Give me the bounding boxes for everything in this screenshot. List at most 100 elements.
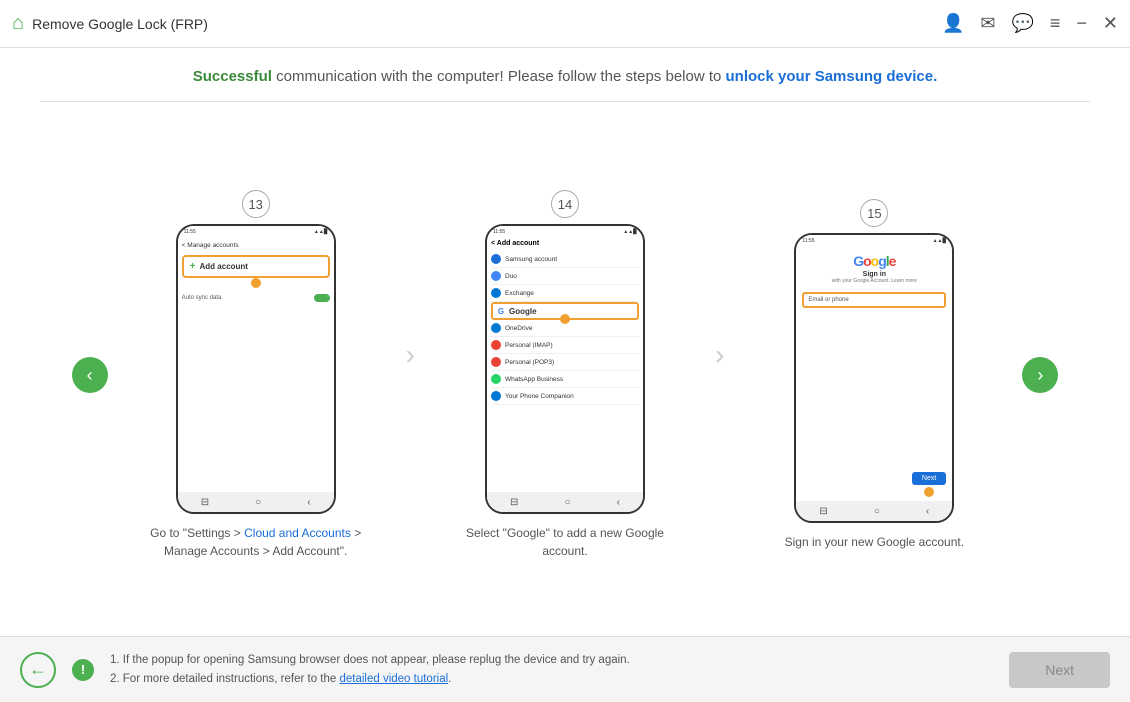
- close-icon[interactable]: ✕: [1103, 13, 1118, 34]
- account-item-companion: Your Phone Companion: [491, 388, 639, 405]
- account-item-imap: Personal (IMAP): [491, 337, 639, 354]
- step-15-number: 15: [860, 199, 888, 227]
- info-icon: !: [72, 659, 94, 681]
- minimize-icon[interactable]: −: [1076, 13, 1087, 34]
- step-13: 13 11:55 ▲▲▉ < Manage accounts +: [116, 190, 396, 560]
- phone-screen-13: 11:55 ▲▲▉ < Manage accounts + Add accoun…: [178, 226, 334, 512]
- home-icon[interactable]: ⌂: [12, 12, 24, 35]
- google-logo: Google: [853, 253, 895, 269]
- next-arrow-button[interactable]: ›: [1022, 357, 1058, 393]
- home-btn-15: ⊟: [819, 506, 827, 517]
- step-15: 15 11:55 ▲▲▉ Google Sign in with your Go…: [734, 199, 1014, 551]
- pop3-icon: [491, 357, 501, 367]
- status-icons-15: ▲▲▉: [933, 238, 947, 244]
- phone-mockup-14: 11:55 ▲▲▉ < Add account Samsung account: [485, 224, 645, 514]
- exchange-icon: [491, 288, 501, 298]
- title-bar: ⌂ Remove Google Lock (FRP) 👤 ✉ 💬 ≡ − ✕: [0, 0, 1130, 48]
- cursor-dot-13: [251, 278, 261, 288]
- samsung-label: Samsung account: [505, 256, 557, 263]
- imap-icon: [491, 340, 501, 350]
- status-icons-14: ▲▲▉: [623, 229, 637, 235]
- tutorial-link[interactable]: detailed video tutorial: [339, 673, 448, 685]
- status-time-15: 11:55: [802, 238, 814, 244]
- companion-label: Your Phone Companion: [505, 393, 574, 400]
- back-button[interactable]: ←: [20, 652, 56, 688]
- status-icons-13: ▲▲▉: [314, 229, 328, 235]
- comment-icon[interactable]: 💬: [1011, 13, 1033, 34]
- imap-label: Personal (IMAP): [505, 342, 553, 349]
- companion-icon: [491, 391, 501, 401]
- duo-icon: [491, 271, 501, 281]
- email-input-box: Email or phone: [802, 292, 946, 308]
- next-btn-phone-15[interactable]: Next: [912, 472, 946, 485]
- screen14-content: < Add account Samsung account Duo: [487, 238, 643, 407]
- status-time-14: 11:55: [493, 229, 505, 235]
- step-14-number: 14: [551, 190, 579, 218]
- prev-arrow-button[interactable]: ‹: [72, 357, 108, 393]
- samsung-icon: [491, 254, 501, 264]
- account-item-whatsapp: WhatsApp Business: [491, 371, 639, 388]
- screen13-content: < Manage accounts + Add account Auto syn…: [178, 238, 334, 306]
- phone-status-bar-14: 11:55 ▲▲▉: [487, 226, 643, 238]
- add-account-label: Add account: [200, 262, 248, 271]
- back-btn-15: ‹: [926, 506, 929, 517]
- account-item-samsung: Samsung account: [491, 251, 639, 268]
- account-item-exchange: Exchange: [491, 285, 639, 302]
- menu-icon[interactable]: ≡: [1050, 13, 1061, 34]
- back-btn-14: ‹: [617, 497, 620, 508]
- step-14: 14 11:55 ▲▲▉ < Add account Samsu: [425, 190, 705, 560]
- user-icon[interactable]: 👤: [942, 13, 964, 34]
- signin-heading: Sign in: [863, 271, 886, 278]
- cursor-dot-14: [560, 314, 570, 324]
- phone-mockup-13: 11:55 ▲▲▉ < Manage accounts + Add accoun…: [176, 224, 336, 514]
- arrow-14-15: ›: [715, 339, 724, 411]
- title-bar-actions: 👤 ✉ 💬 ≡ − ✕: [942, 13, 1118, 34]
- screen14-back: < Add account: [491, 240, 539, 247]
- home-btn-14: ⊟: [510, 497, 518, 508]
- circle-btn-13: ○: [255, 497, 261, 508]
- whatsapp-icon: [491, 374, 501, 384]
- add-account-plus-icon: +: [190, 261, 196, 272]
- back-btn-13: ‹: [307, 497, 310, 508]
- steps-container: ‹ 13 11:55 ▲▲▉ < Manage accounts: [40, 114, 1090, 636]
- sync-row: Auto sync data: [182, 292, 330, 304]
- next-btn-container-15: Next: [912, 472, 946, 497]
- note-1: 1. If the popup for opening Samsung brow…: [110, 654, 630, 666]
- google-g-icon: G: [496, 306, 506, 316]
- phone-bottom-bar-15: ⊟ ○ ‹: [796, 501, 952, 521]
- phone-mockup-15: 11:55 ▲▲▉ Google Sign in with your Googl…: [794, 233, 954, 523]
- onedrive-label: OneDrive: [505, 325, 532, 332]
- add-account-container: + Add account: [182, 255, 330, 284]
- step-14-description: Select "Google" to add a new Google acco…: [455, 524, 675, 560]
- step-13-description: Go to "Settings > Cloud and Accounts > M…: [146, 524, 366, 560]
- screen13-back: < Manage accounts: [182, 242, 239, 249]
- bottom-bar: ← ! 1. If the popup for opening Samsung …: [0, 636, 1130, 702]
- info-text: 1. If the popup for opening Samsung brow…: [110, 651, 993, 688]
- signin-sub: with your Google Account. Learn more: [832, 278, 917, 284]
- screen15-content: Google Sign in with your Google Account.…: [796, 247, 952, 344]
- subtitle: Successful communication with the comput…: [40, 68, 1090, 85]
- whatsapp-label: WhatsApp Business: [505, 376, 563, 383]
- email-placeholder: Email or phone: [808, 297, 848, 303]
- step-13-link: Cloud and Accounts: [244, 526, 351, 540]
- step-15-description: Sign in your new Google account.: [785, 533, 964, 551]
- subtitle-highlight: unlock your Samsung device.: [726, 68, 938, 85]
- google-label: Google: [509, 307, 537, 316]
- google-row-container: G Google: [491, 302, 639, 320]
- phone-bottom-bar-13: ⊟ ○ ‹: [178, 492, 334, 512]
- account-item-duo: Duo: [491, 268, 639, 285]
- duo-label: Duo: [505, 273, 517, 280]
- exchange-label: Exchange: [505, 290, 534, 297]
- phone-screen-14: 11:55 ▲▲▉ < Add account Samsung account: [487, 226, 643, 512]
- screen13-header: < Manage accounts: [182, 240, 330, 251]
- circle-btn-14: ○: [564, 497, 570, 508]
- onedrive-icon: [491, 323, 501, 333]
- divider: [40, 101, 1090, 102]
- arrow-13-14: ›: [406, 339, 415, 411]
- step-13-number: 13: [242, 190, 270, 218]
- main-content: Successful communication with the comput…: [0, 48, 1130, 636]
- next-main-button[interactable]: Next: [1009, 652, 1110, 688]
- note-2: 2. For more detailed instructions, refer…: [110, 673, 339, 685]
- status-time-13: 11:55: [184, 229, 196, 235]
- mail-icon[interactable]: ✉: [980, 13, 995, 34]
